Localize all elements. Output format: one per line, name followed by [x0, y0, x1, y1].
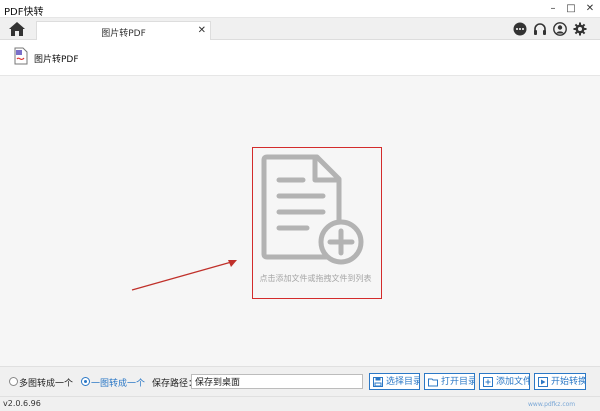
drop-hint: 点击添加文件或拖拽文件到列表: [259, 274, 372, 283]
file-drop-area[interactable]: 点击添加文件或拖拽文件到列表: [0, 76, 600, 366]
radio-one-to-one-label[interactable]: 一图转成一个: [91, 376, 145, 389]
title-bar: PDF快转 – □ ✕: [0, 0, 600, 18]
close-button[interactable]: ✕: [583, 2, 597, 16]
radio-many-to-one[interactable]: [9, 377, 18, 386]
tool-header: 图片转PDF: [0, 40, 600, 76]
bottom-bar: 多图转成一个 一图转成一个 保存路径： 选择目录 打开目录 添加文件 开始转换: [0, 366, 600, 396]
minimize-button[interactable]: –: [546, 2, 560, 16]
tab-bar: 图片转PDF ✕: [0, 18, 600, 40]
choose-dir-button[interactable]: 选择目录: [369, 373, 420, 390]
app-title: PDF快转: [4, 7, 44, 18]
headset-icon[interactable]: [533, 22, 547, 36]
tab-close-icon[interactable]: ✕: [198, 25, 206, 36]
tab-image-to-pdf[interactable]: 图片转PDF ✕: [36, 21, 211, 40]
add-file-icon[interactable]: [259, 154, 369, 272]
user-icon[interactable]: [553, 22, 567, 36]
plus-icon: [483, 377, 493, 387]
convert-icon: [538, 377, 548, 387]
start-convert-button[interactable]: 开始转换: [534, 373, 586, 390]
start-convert-label: 开始转换: [551, 376, 586, 386]
gear-icon[interactable]: [573, 22, 587, 36]
tab-label: 图片转PDF: [101, 29, 146, 39]
annotation-arrow: [131, 260, 237, 291]
chat-icon[interactable]: [513, 22, 527, 36]
add-file-button[interactable]: 添加文件: [479, 373, 530, 390]
folder-icon: [428, 378, 438, 387]
open-dir-button[interactable]: 打开目录: [424, 373, 475, 390]
radio-many-to-one-label[interactable]: 多图转成一个: [19, 376, 73, 389]
maximize-button[interactable]: □: [564, 2, 578, 16]
version-label: v2.0.6.96: [3, 399, 41, 408]
open-dir-label: 打开目录: [441, 376, 475, 386]
image-to-pdf-icon: [14, 47, 28, 65]
radio-one-to-one[interactable]: [81, 377, 90, 386]
save-path-input[interactable]: [191, 374, 363, 389]
save-icon: [373, 377, 383, 387]
add-file-label: 添加文件: [496, 376, 530, 386]
status-bar: v2.0.6.96 www.pdfkz.com: [0, 396, 600, 411]
home-icon[interactable]: [8, 21, 26, 37]
tool-title: 图片转PDF: [34, 55, 79, 65]
watermark-url: www.pdfkz.com: [528, 401, 576, 408]
choose-dir-label: 选择目录: [386, 376, 420, 386]
